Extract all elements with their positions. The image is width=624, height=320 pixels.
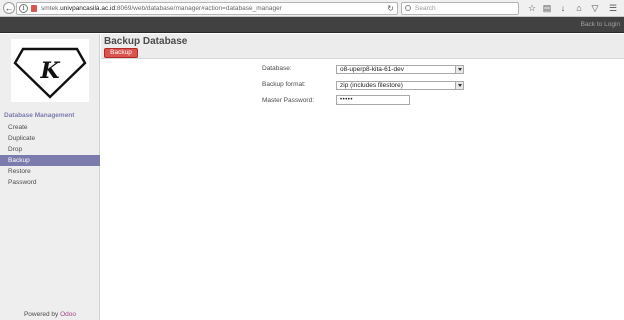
reload-icon[interactable]: ↻ bbox=[387, 3, 394, 14]
backup-format-label: Backup format: bbox=[262, 81, 306, 88]
database-label: Database: bbox=[262, 65, 292, 72]
sidebar-item-duplicate[interactable]: Duplicate bbox=[0, 133, 100, 144]
info-icon[interactable]: i bbox=[19, 4, 28, 13]
screen: ← i smtek.univpancasila.ac.id:8069/web/d… bbox=[0, 0, 624, 320]
logo-letter: K bbox=[39, 58, 60, 84]
logo-diamond-icon: K bbox=[13, 47, 87, 99]
back-to-login-link[interactable]: Back to Login bbox=[581, 17, 620, 33]
clipboard-icon[interactable]: ▤ bbox=[541, 2, 553, 14]
sidebar-item-label: Drop bbox=[8, 146, 23, 153]
sidebar-item-create[interactable]: Create bbox=[0, 122, 100, 133]
url-text: smtek.univpancasila.ac.id:8069/web/datab… bbox=[41, 5, 282, 12]
database-value: o8-uperp8-kita-61-dev bbox=[340, 66, 404, 73]
menu-icon[interactable]: ☰ bbox=[607, 2, 619, 14]
database-select[interactable]: o8-uperp8-kita-61-dev bbox=[336, 65, 464, 74]
page-header: Backup Database Backup bbox=[101, 34, 624, 59]
sidebar: K Database Management Create Duplicate D… bbox=[0, 34, 100, 320]
pocket-icon[interactable]: ▽ bbox=[589, 2, 601, 14]
sidebar-item-label: Duplicate bbox=[8, 135, 36, 142]
bookmark-star-icon[interactable]: ☆ bbox=[526, 2, 538, 14]
browser-toolbar: ← i smtek.univpancasila.ac.id:8069/web/d… bbox=[0, 0, 624, 17]
company-logo: K bbox=[11, 39, 89, 102]
back-arrow-icon[interactable]: ← bbox=[3, 2, 15, 14]
sidebar-item-label: Password bbox=[8, 179, 37, 186]
search-placeholder: Search bbox=[415, 5, 436, 12]
backup-button[interactable]: Backup bbox=[104, 48, 138, 58]
sidebar-item-password[interactable]: Password bbox=[0, 177, 100, 188]
odoo-link[interactable]: Odoo bbox=[60, 311, 76, 318]
browser-search-input[interactable]: Search bbox=[401, 2, 519, 15]
sidebar-item-label: Restore bbox=[8, 168, 31, 175]
home-icon[interactable]: ⌂ bbox=[573, 2, 585, 14]
master-password-input[interactable]: ••••• bbox=[336, 95, 410, 105]
master-password-label: Master Password: bbox=[262, 97, 315, 104]
sidebar-section-title: Database Management bbox=[4, 112, 75, 119]
page-title: Backup Database bbox=[104, 36, 188, 47]
insecure-lock-icon[interactable] bbox=[31, 5, 37, 12]
sidebar-item-backup[interactable]: Backup bbox=[0, 155, 100, 166]
backup-format-value: zip (includes filestore) bbox=[340, 82, 403, 89]
dropdown-arrow-icon[interactable] bbox=[455, 66, 463, 73]
sidebar-item-label: Backup bbox=[8, 157, 30, 164]
search-icon bbox=[405, 5, 411, 11]
address-bar[interactable]: i smtek.univpancasila.ac.id:8069/web/dat… bbox=[16, 2, 398, 15]
dropdown-arrow-icon[interactable] bbox=[455, 82, 463, 89]
sidebar-item-drop[interactable]: Drop bbox=[0, 144, 100, 155]
backup-format-select[interactable]: zip (includes filestore) bbox=[336, 81, 464, 90]
powered-by: Powered by Odoo bbox=[23, 311, 77, 318]
odoo-topbar: Back to Login bbox=[0, 17, 624, 33]
sidebar-item-label: Create bbox=[8, 124, 28, 131]
download-icon[interactable]: ↓ bbox=[557, 2, 569, 14]
main-content: Backup Database Backup Database: o8-uper… bbox=[101, 34, 624, 320]
sidebar-item-restore[interactable]: Restore bbox=[0, 166, 100, 177]
